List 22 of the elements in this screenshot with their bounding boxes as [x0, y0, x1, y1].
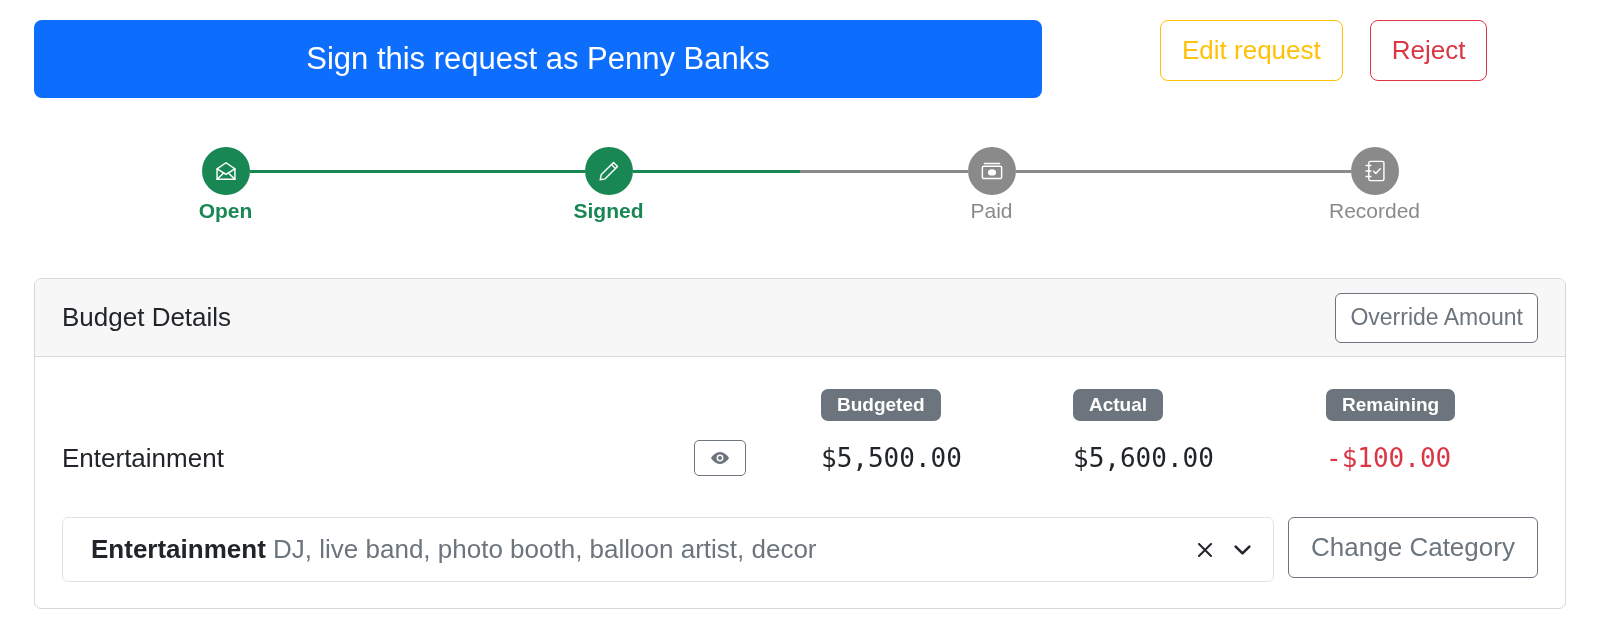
sign-button[interactable]: Sign this request as Penny Banks — [34, 20, 1042, 98]
view-button[interactable] — [694, 440, 746, 476]
category-name: Entertainment — [62, 442, 224, 475]
amount-value: $5,600.00 — [1073, 442, 1214, 475]
column-badge: Remaining — [1326, 389, 1456, 421]
column-badge: Budgeted — [821, 389, 941, 421]
step-label: Paid — [970, 198, 1013, 223]
change-category-button[interactable]: Change Category — [1288, 517, 1538, 578]
reject-button[interactable]: Reject — [1369, 20, 1488, 81]
clear-icon[interactable] — [1198, 542, 1212, 557]
amount-value: -$100.00 — [1326, 442, 1452, 475]
amount-value: $5,500.00 — [821, 442, 962, 475]
override-amount-button[interactable]: Override Amount — [1335, 292, 1538, 343]
chevron-down-icon[interactable] — [1234, 544, 1251, 555]
selected-option: Entertainment DJ, live band, photo booth, balloon artist, decor — [91, 530, 817, 569]
step-label: Recorded — [1328, 198, 1421, 223]
card-title: Budget Details — [62, 301, 232, 334]
step-label: Open — [198, 198, 253, 223]
step-label: Signed — [573, 198, 644, 223]
column-badge: Actual — [1073, 389, 1164, 421]
eye-icon — [710, 451, 730, 465]
category-select[interactable]: Entertainment DJ, live band, photo booth, balloon artist, decor — [62, 517, 1274, 582]
